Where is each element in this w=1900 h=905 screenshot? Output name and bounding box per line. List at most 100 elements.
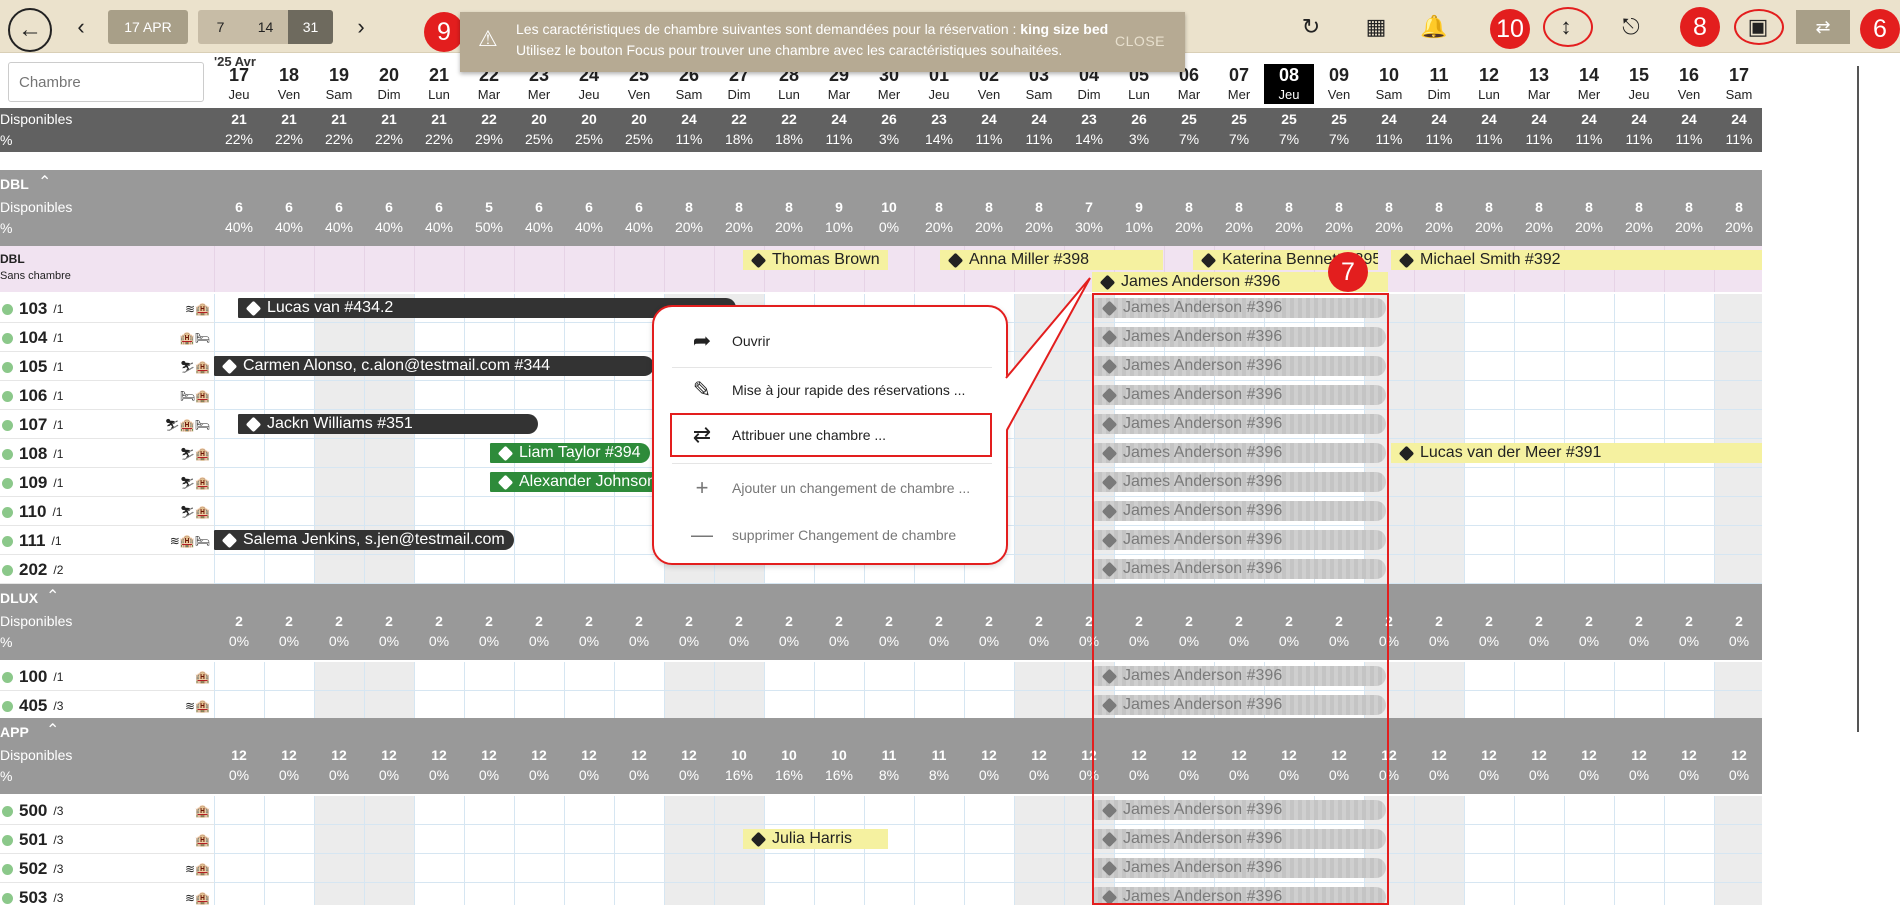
grid-cell[interactable] — [1414, 825, 1464, 854]
grid-cell[interactable] — [414, 662, 464, 691]
room-label[interactable]: 111/1 ≋🏨🛏 — [0, 531, 214, 551]
group-header[interactable]: DBL ⌃ — [0, 170, 1762, 196]
date-button[interactable]: 17 APR — [108, 10, 188, 44]
booking-suggestion[interactable]: James Anderson #396 — [1094, 472, 1386, 492]
grid-cell[interactable] — [1464, 381, 1514, 410]
grid-cell[interactable] — [564, 410, 614, 439]
grid-cell[interactable] — [1614, 497, 1664, 526]
grid-cell[interactable] — [1714, 825, 1762, 854]
grid-cell[interactable] — [264, 497, 314, 526]
grid-cell[interactable] — [364, 662, 414, 691]
grid-cell[interactable] — [564, 662, 614, 691]
grid-cell[interactable] — [214, 468, 264, 497]
room-label[interactable]: 405/3 ≋🏨 — [0, 696, 214, 716]
grid-cell[interactable] — [1014, 294, 1064, 323]
room-label[interactable]: 503/3 ≋🏨 — [0, 888, 214, 905]
grid-cell[interactable] — [414, 323, 464, 352]
grid-cell[interactable] — [564, 854, 614, 883]
menu-item-assign-room[interactable]: ⇄ Attribuer une chambre ... — [670, 413, 992, 457]
grid-cell[interactable] — [964, 854, 1014, 883]
day-header[interactable]: 14 Mer — [1564, 64, 1614, 104]
grid-cell[interactable] — [664, 246, 714, 292]
grid-cell[interactable] — [1514, 883, 1564, 905]
grid-cell[interactable] — [914, 796, 964, 825]
grid-cell[interactable] — [1564, 294, 1614, 323]
grid-cell[interactable] — [564, 497, 614, 526]
grid-cell[interactable] — [1564, 323, 1614, 352]
grid-cell[interactable] — [814, 796, 864, 825]
room-label[interactable]: 100/1 🏨 — [0, 667, 214, 687]
grid-cell[interactable] — [314, 439, 364, 468]
group-header[interactable]: DLUX ⌃ — [0, 584, 1762, 610]
grid-cell[interactable] — [1414, 883, 1464, 905]
grid-cell[interactable] — [1464, 555, 1514, 584]
grid-cell[interactable] — [514, 246, 564, 292]
grid-cell[interactable] — [1414, 691, 1464, 720]
grid-cell[interactable] — [264, 381, 314, 410]
grid-cell[interactable] — [464, 854, 514, 883]
grid-cell[interactable] — [1514, 854, 1564, 883]
grid-cell[interactable] — [1564, 883, 1614, 905]
grid-cell[interactable] — [314, 691, 364, 720]
next-button[interactable]: › — [348, 14, 374, 40]
grid-cell[interactable] — [264, 854, 314, 883]
grid-cell[interactable] — [1014, 497, 1064, 526]
grid-cell[interactable] — [814, 662, 864, 691]
menu-item-add-room-change[interactable]: + Ajouter un changement de chambre ... — [672, 466, 992, 510]
grid-cell[interactable] — [264, 883, 314, 905]
grid-cell[interactable] — [1564, 796, 1614, 825]
grid-cell[interactable] — [1014, 323, 1064, 352]
booking-suggestion[interactable]: James Anderson #396 — [1094, 530, 1386, 550]
day-header[interactable]: 19 Sam — [314, 64, 364, 104]
grid-cell[interactable] — [1564, 497, 1614, 526]
grid-cell[interactable] — [1564, 555, 1614, 584]
grid-cell[interactable] — [864, 662, 914, 691]
grid-cell[interactable] — [214, 691, 264, 720]
grid-cell[interactable] — [1564, 691, 1614, 720]
grid-cell[interactable] — [214, 323, 264, 352]
grid-cell[interactable] — [1564, 410, 1614, 439]
grid-cell[interactable] — [1014, 526, 1064, 555]
grid-cell[interactable] — [714, 691, 764, 720]
grid-cell[interactable] — [1614, 883, 1664, 905]
grid-cell[interactable] — [1514, 323, 1564, 352]
grid-cell[interactable] — [1014, 825, 1064, 854]
grid-cell[interactable] — [1014, 381, 1064, 410]
grid-cell[interactable] — [1414, 410, 1464, 439]
grid-cell[interactable] — [214, 662, 264, 691]
grid-cell[interactable] — [464, 323, 514, 352]
grid-cell[interactable] — [364, 323, 414, 352]
grid-cell[interactable] — [1664, 555, 1714, 584]
day-header[interactable]: 17 Jeu — [214, 64, 264, 104]
grid-cell[interactable] — [514, 323, 564, 352]
day-header[interactable]: 08 Jeu — [1264, 64, 1314, 104]
grid-cell[interactable] — [614, 854, 664, 883]
grid-cell[interactable] — [564, 691, 614, 720]
booking-suggestion[interactable]: James Anderson #396 — [1094, 298, 1386, 318]
grid-cell[interactable] — [764, 883, 814, 905]
grid-cell[interactable] — [1664, 796, 1714, 825]
grid-cell[interactable] — [1714, 323, 1762, 352]
day-header[interactable]: 11 Dim — [1414, 64, 1464, 104]
assign-room-toolbar-button[interactable]: ⇄ — [1796, 10, 1850, 44]
booking-suggestion[interactable]: James Anderson #396 — [1094, 501, 1386, 521]
grid-cell[interactable] — [1464, 526, 1514, 555]
chevron-up-icon[interactable]: ⌃ — [38, 172, 51, 192]
grid-cell[interactable] — [564, 323, 614, 352]
grid-cell[interactable] — [1614, 662, 1664, 691]
grid-cell[interactable] — [1614, 796, 1664, 825]
grid-cell[interactable] — [814, 883, 864, 905]
day-header[interactable]: 16 Ven — [1664, 64, 1714, 104]
grid-cell[interactable] — [514, 854, 564, 883]
grid-cell[interactable] — [1414, 323, 1464, 352]
notice-close-button[interactable]: CLOSE — [1115, 31, 1165, 52]
grid-cell[interactable] — [464, 825, 514, 854]
grid-cell[interactable] — [1664, 468, 1714, 497]
menu-item-open[interactable]: ➦ Ouvrir — [672, 319, 992, 363]
grid-cell[interactable] — [1514, 662, 1564, 691]
grid-cell[interactable] — [1714, 796, 1762, 825]
grid-cell[interactable] — [314, 854, 364, 883]
grid-cell[interactable] — [1514, 410, 1564, 439]
room-label[interactable]: 110/1 ⛷🏨 — [0, 502, 214, 522]
grid-cell[interactable] — [914, 854, 964, 883]
